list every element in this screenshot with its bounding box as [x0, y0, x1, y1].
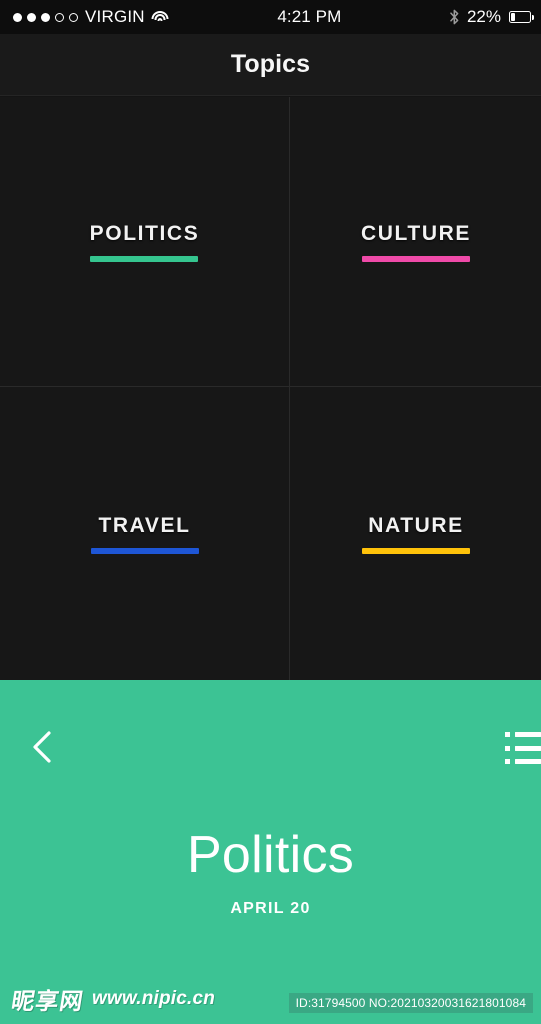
- watermark-id-badge: ID:31794500 NO:20210320031621801084: [288, 993, 533, 1013]
- detail-date: APRIL 20: [230, 900, 311, 917]
- phone-screen: VIRGIN 4:21 PM 22% Topics POLITICS CULTU…: [0, 0, 541, 1024]
- topic-cell-politics[interactable]: POLITICS: [0, 97, 289, 386]
- wifi-icon: [151, 10, 169, 24]
- status-bar: VIRGIN 4:21 PM 22%: [0, 0, 541, 34]
- topic-cell-content: CULTURE: [361, 222, 471, 262]
- topic-grid: POLITICS CULTURE TRAVEL NATURE: [0, 97, 541, 681]
- signal-dot-empty: [55, 12, 64, 22]
- bluetooth-icon: [450, 9, 459, 25]
- watermark-logo-text: 昵享网: [9, 989, 86, 1015]
- signal-dot-empty: [69, 12, 78, 22]
- list-line: [515, 759, 541, 764]
- status-bar-clock: 4:21 PM: [277, 7, 342, 26]
- list-menu-icon-row: [505, 732, 541, 737]
- detail-title: Politics: [186, 826, 355, 884]
- topic-label: TRAVEL: [98, 514, 191, 537]
- list-menu-icon-row: [505, 745, 541, 751]
- watermark-logo: 昵享网 www.nipic.cn: [9, 982, 216, 1016]
- topic-cell-nature[interactable]: NATURE: [290, 387, 541, 681]
- topic-accent-rule: [90, 548, 199, 554]
- chevron-left-icon: [33, 731, 51, 763]
- topic-label: NATURE: [368, 514, 464, 537]
- topic-label: CULTURE: [361, 221, 471, 245]
- navigation-bar: Topics: [0, 34, 541, 96]
- watermark-bar: 昵享网 www.nipic.cn ID:31794500 NO:20210320…: [0, 980, 541, 1024]
- topic-cell-content: POLITICS: [90, 222, 200, 262]
- watermark-url: www.nipic.cn: [92, 988, 216, 1009]
- list-bullet: [505, 745, 510, 751]
- list-bullet: [505, 759, 510, 764]
- topic-accent-rule: [362, 255, 470, 262]
- signal-dot-filled: [41, 12, 50, 22]
- status-bar-right: 22%: [450, 7, 541, 27]
- signal-dot-filled: [27, 12, 36, 22]
- battery-icon: [509, 11, 534, 23]
- topic-accent-rule: [90, 255, 199, 262]
- topic-cell-culture[interactable]: CULTURE: [290, 97, 541, 386]
- list-bullet: [505, 732, 510, 737]
- list-menu-icon-row: [505, 759, 541, 764]
- list-menu-button[interactable]: [505, 732, 541, 764]
- signal-strength-dots: [13, 12, 78, 22]
- signal-dot-filled: [13, 12, 22, 22]
- list-line: [515, 745, 541, 751]
- list-line: [515, 732, 541, 737]
- topic-cell-travel[interactable]: TRAVEL: [0, 387, 289, 681]
- page-title: Topics: [230, 50, 311, 78]
- battery-percent-label: 22%: [466, 7, 501, 26]
- back-button[interactable]: [24, 726, 58, 768]
- carrier-label: VIRGIN: [85, 7, 145, 26]
- detail-panel-toolbar: [0, 680, 541, 798]
- topic-cell-content: NATURE: [362, 514, 470, 554]
- topic-label: POLITICS: [89, 221, 200, 245]
- topic-accent-rule: [362, 548, 470, 554]
- topic-cell-content: TRAVEL: [90, 514, 199, 554]
- status-bar-left: VIRGIN: [0, 7, 169, 27]
